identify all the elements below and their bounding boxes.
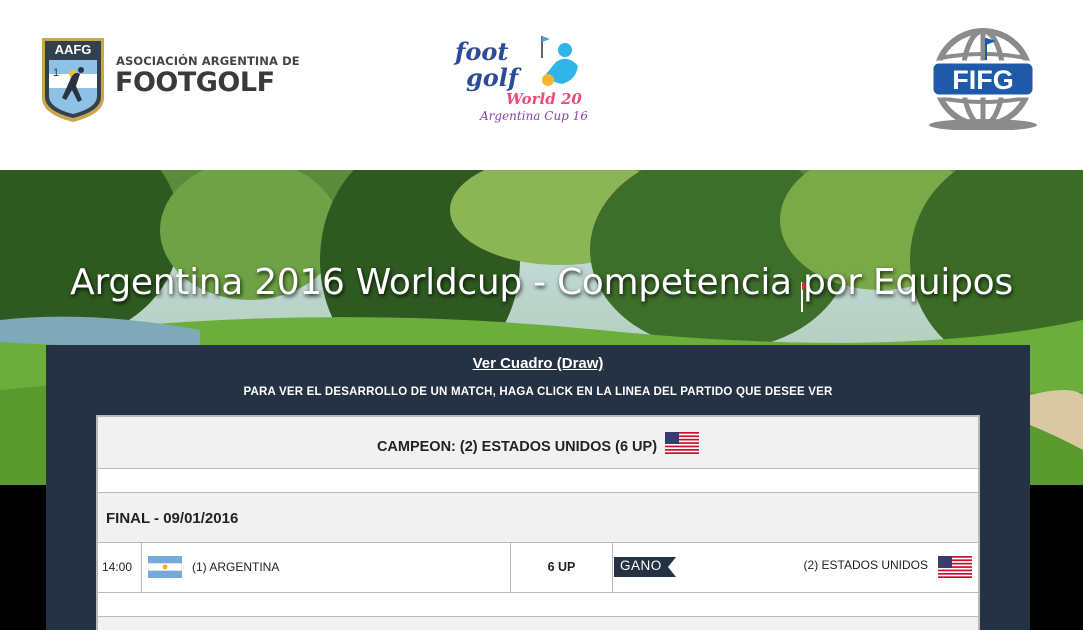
- usa-flag-icon: [665, 432, 700, 454]
- champion-row: CAMPEON: (2) ESTADOS UNIDOS (6 UP): [98, 417, 978, 469]
- winner-badge: GANO: [614, 557, 676, 577]
- aafg-name-line1: ASOCIACIÓN ARGENTINA DE: [116, 54, 300, 68]
- svg-text:Argentina Cup 16: Argentina Cup 16: [479, 109, 587, 123]
- argentina-flag-icon: [148, 556, 182, 578]
- footgolf-worldcup-logo[interactable]: foot golf World 20 Argentina Cup 16: [452, 30, 587, 126]
- page-title: Argentina 2016 Worldcup - Competencia po…: [70, 262, 1013, 303]
- svg-text:foot: foot: [453, 37, 508, 66]
- match-time-cell: 14:00: [98, 543, 142, 592]
- away-team-cell: GANO (2) ESTADOS UNIDOS: [613, 543, 978, 592]
- aafg-logo[interactable]: AAFG 1 ASOCIACIÓN ARGENTINA DE FOOTGOLF: [40, 36, 300, 126]
- round-title: FINAL - 09/01/2016: [106, 510, 239, 527]
- aafg-shield-icon: AAFG 1: [42, 38, 104, 122]
- away-team-name: (2) ESTADOS UNIDOS: [803, 558, 928, 572]
- svg-text:1: 1: [53, 67, 59, 79]
- spacer-row: [98, 469, 978, 493]
- view-draw-link[interactable]: Ver Cuadro (Draw): [46, 355, 1030, 372]
- fifg-logo[interactable]: FIFG: [926, 28, 1040, 130]
- svg-text:AAFG: AAFG: [55, 42, 92, 57]
- svg-text:World 20: World 20: [506, 90, 582, 108]
- svg-text:golf: golf: [466, 63, 522, 92]
- site-header: AAFG 1 ASOCIACIÓN ARGENTINA DE FOOTGOLF …: [0, 0, 1083, 170]
- results-table: CAMPEON: (2) ESTADOS UNIDOS (6 UP) FINAL…: [96, 415, 980, 630]
- spacer-row: [98, 593, 978, 617]
- draw-panel: Ver Cuadro (Draw) PARA VER EL DESARROLLO…: [46, 345, 1030, 630]
- champion-label: CAMPEON: (2) ESTADOS UNIDOS (6 UP): [376, 439, 658, 455]
- match-row[interactable]: 14:00 (1) ARGENTINA 6 UP GANO (2) ESTADO…: [98, 543, 978, 593]
- champion-text: CAMPEON: (2) ESTADOS UNIDOS (6 UP): [98, 432, 978, 455]
- svg-text:FIFG: FIFG: [952, 65, 1014, 95]
- match-score: 6 UP: [547, 560, 576, 574]
- next-row: [98, 617, 978, 630]
- score-cell: 6 UP: [511, 543, 613, 592]
- match-time: 14:00: [102, 560, 133, 574]
- home-team-cell: (1) ARGENTINA: [142, 543, 511, 592]
- instructions-text: PARA VER EL DESARROLLO DE UN MATCH, HAGA…: [243, 386, 833, 398]
- winner-badge-label: GANO: [620, 558, 662, 573]
- round-header-row: FINAL - 09/01/2016: [98, 493, 978, 543]
- usa-flag-icon: [938, 556, 972, 578]
- home-team-name: (1) ARGENTINA: [192, 560, 280, 574]
- aafg-name-line2: FOOTGOLF: [115, 67, 275, 98]
